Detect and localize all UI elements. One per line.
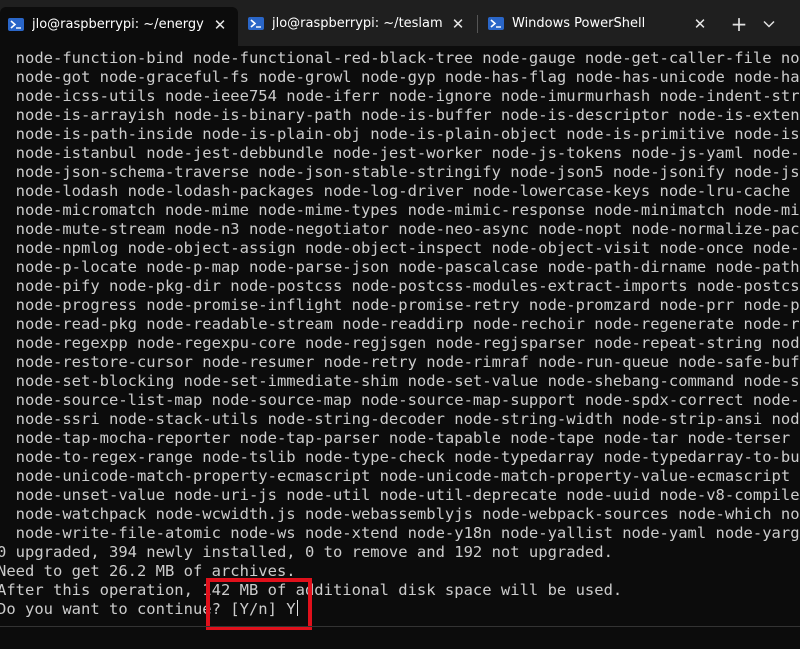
terminal-line: node-to-regex-range node-tslib node-type… <box>0 448 800 466</box>
terminal-line: node-icss-utils node-ieee754 node-iferr … <box>0 87 800 105</box>
tab-teslamate[interactable]: jlo@raspberrypi: ~/teslamate ✕ <box>240 7 476 40</box>
terminal-line: node-source-list-map node-source-map nod… <box>0 391 800 409</box>
terminal-line: node-npmlog node-object-assign node-obje… <box>0 239 800 257</box>
tab-title: Windows PowerShell <box>512 16 646 31</box>
tab-energyboard[interactable]: jlo@raspberrypi: ~/energyboa ✕ <box>0 7 238 46</box>
terminal-line: node-ssri node-stack-utils node-string-d… <box>0 410 800 428</box>
terminal-line: node-progress node-promise-inflight node… <box>0 296 800 314</box>
terminal-line: node-unset-value node-uri-js node-util n… <box>0 486 800 504</box>
tab-windows-powershell[interactable]: Windows PowerShell ✕ <box>480 7 718 40</box>
terminal-line: node-json-schema-traverse node-json-stab… <box>0 163 800 181</box>
terminal-line: node-lodash node-lodash-packages node-lo… <box>0 182 800 200</box>
terminal-line: node-p-locate node-p-map node-parse-json… <box>0 258 800 276</box>
terminal-line: node-tap-mocha-reporter node-tap-parser … <box>0 429 800 447</box>
terminal-line: node-mute-stream node-n3 node-negotiator… <box>0 220 800 238</box>
terminal-line: node-is-path-inside node-is-plain-obj no… <box>0 125 800 143</box>
terminal-line: node-pify node-pkg-dir node-postcss node… <box>0 277 800 295</box>
close-icon[interactable]: ✕ <box>212 17 228 33</box>
terminal-line: node-watchpack node-wcwidth.js node-weba… <box>0 505 800 523</box>
powershell-icon <box>488 17 504 30</box>
terminal-text: node-function-bind node-functional-red-b… <box>0 49 800 619</box>
close-icon[interactable]: ✕ <box>450 16 466 32</box>
powershell-icon <box>8 18 24 31</box>
terminal-line: node-is-arrayish node-is-binary-path nod… <box>0 106 800 124</box>
terminal-line: node-regexpp node-regexpu-core node-regj… <box>0 334 800 352</box>
tab-title: jlo@raspberrypi: ~/energyboa <box>32 17 204 32</box>
tab-title: jlo@raspberrypi: ~/teslamate <box>272 16 442 31</box>
terminal-line: node-restore-cursor node-resumer node-re… <box>0 353 800 371</box>
terminal-line: node-got node-graceful-fs node-growl nod… <box>0 68 800 86</box>
terminal-line: Do you want to continue? [Y/n] Y <box>0 600 298 618</box>
new-tab-button[interactable]: + <box>727 13 751 35</box>
terminal-line: node-set-blocking node-set-immediate-shi… <box>0 372 800 390</box>
terminal-bottom-edge <box>0 626 800 627</box>
terminal-output[interactable]: node-function-bind node-functional-red-b… <box>0 46 800 649</box>
terminal-line: node-micromatch node-mime node-mime-type… <box>0 201 800 219</box>
chevron-down-icon[interactable] <box>757 13 781 35</box>
terminal-line: 0 upgraded, 394 newly installed, 0 to re… <box>0 543 613 561</box>
terminal-line: node-unicode-match-property-ecmascript n… <box>0 467 800 485</box>
terminal-line: node-function-bind node-functional-red-b… <box>0 49 800 67</box>
terminal-line: node-istanbul node-jest-debbundle node-j… <box>0 144 800 162</box>
terminal-line: node-read-pkg node-readable-stream node-… <box>0 315 800 333</box>
highlight-annotation <box>206 578 312 630</box>
tab-separator <box>477 15 478 33</box>
powershell-icon <box>248 17 264 30</box>
terminal-line: node-write-file-atomic node-ws node-xten… <box>0 524 800 542</box>
terminal-line: Need to get 26.2 MB of archives. <box>0 562 296 580</box>
close-icon[interactable]: ✕ <box>692 16 708 32</box>
terminal-line: After this operation, 142 MB of addition… <box>0 581 623 599</box>
tab-bar: jlo@raspberrypi: ~/energyboa ✕ jlo@raspb… <box>0 0 800 46</box>
